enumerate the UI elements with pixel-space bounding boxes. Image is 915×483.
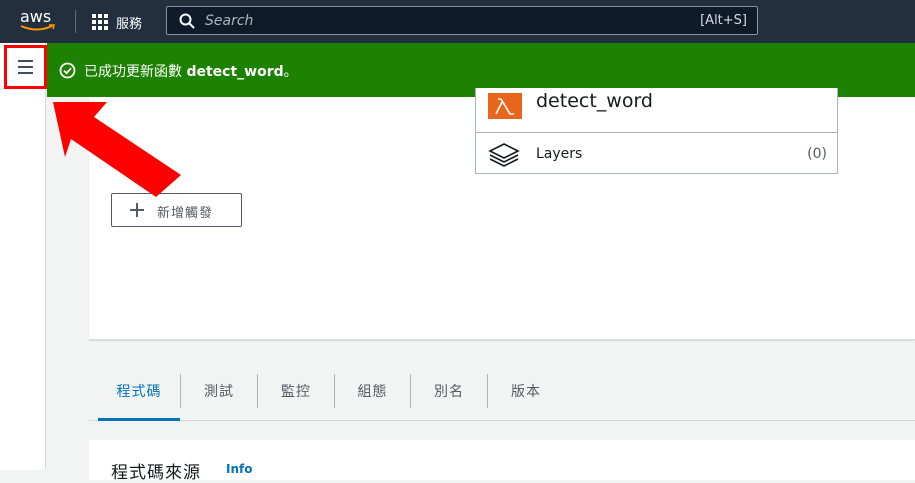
- tab-configuration[interactable]: 組態: [335, 362, 410, 420]
- function-name: detect_word: [536, 90, 653, 112]
- layers-icon: [488, 143, 520, 167]
- aws-smile-icon: [20, 24, 56, 31]
- tab-code[interactable]: 程式碼: [98, 362, 180, 421]
- search-input[interactable]: Search [Alt+S]: [166, 6, 758, 35]
- tab-label: 版本: [511, 384, 541, 400]
- code-source-title: 程式碼來源: [111, 463, 201, 483]
- flash-suffix: 。: [283, 64, 298, 80]
- check-circle-icon: [59, 62, 76, 79]
- flash-prefix: 已成功更新函數: [84, 64, 187, 80]
- services-label: 服務: [116, 16, 143, 32]
- grid-icon: [92, 14, 108, 30]
- search-icon: [179, 13, 195, 29]
- flash-function-name: detect_word: [186, 64, 284, 80]
- plus-icon: [130, 203, 144, 217]
- search-shortcut: [Alt+S]: [700, 13, 747, 28]
- tab-versions[interactable]: 版本: [488, 362, 564, 420]
- search-placeholder: Search: [205, 13, 254, 29]
- tab-aliases[interactable]: 別名: [411, 362, 487, 420]
- add-trigger-button[interactable]: 新增觸發: [111, 193, 242, 227]
- menu-icon: [18, 60, 33, 62]
- function-tabs: 程式碼 測試 監控 組態 別名 版本: [89, 362, 915, 421]
- tab-label: 組態: [357, 384, 388, 400]
- function-card: detect_word Layers (0): [475, 88, 838, 174]
- top-nav-bar: aws 服務 Search [Alt+S]: [0, 0, 915, 43]
- flash-message: 已成功更新函數 detect_word。: [84, 61, 298, 81]
- add-trigger-label: 新增觸發: [157, 206, 214, 221]
- side-nav-strip: [0, 43, 46, 470]
- tab-label: 程式碼: [116, 384, 162, 400]
- nav-divider: [75, 10, 76, 33]
- tab-label: 別名: [434, 384, 464, 400]
- lambda-icon: [488, 93, 522, 119]
- menu-toggle-button[interactable]: [4, 45, 47, 89]
- tab-label: 監控: [281, 384, 311, 400]
- services-menu-button[interactable]: 服務: [92, 12, 142, 32]
- aws-logo[interactable]: aws: [20, 7, 58, 35]
- layers-label: Layers: [536, 146, 583, 162]
- info-link[interactable]: Info: [226, 462, 252, 476]
- tab-monitor[interactable]: 監控: [258, 362, 334, 420]
- function-name-row[interactable]: detect_word: [475, 88, 838, 132]
- layers-row[interactable]: Layers (0): [475, 132, 838, 174]
- layers-count: (0): [807, 146, 827, 162]
- code-source-panel: 程式碼來源 Info: [89, 440, 915, 483]
- tab-label: 測試: [204, 384, 234, 400]
- tab-test[interactable]: 測試: [181, 362, 257, 420]
